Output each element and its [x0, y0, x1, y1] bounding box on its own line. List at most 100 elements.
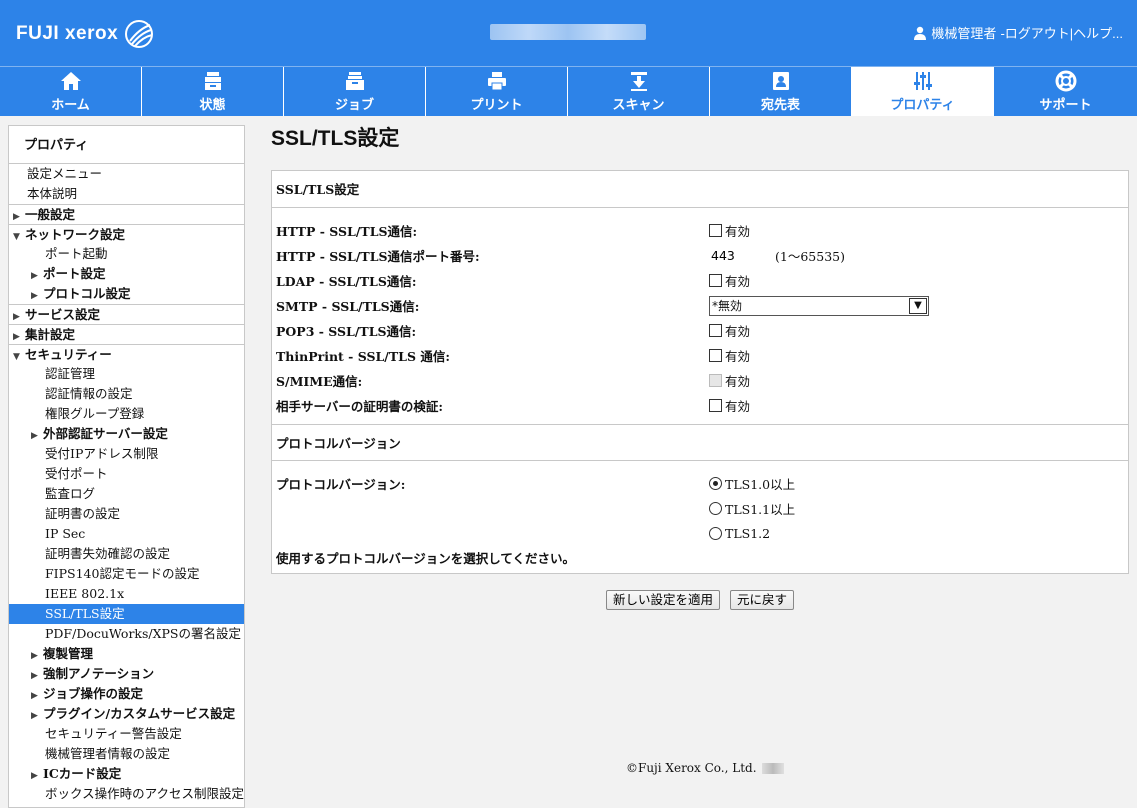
tls12-radio[interactable]: [709, 527, 722, 540]
tab-print[interactable]: プリント: [426, 67, 568, 116]
sidebar-item-general[interactable]: ▶ 一般設定: [9, 204, 244, 224]
sidebar-item-service[interactable]: ▶ サービス設定: [9, 304, 244, 324]
tab-scan[interactable]: スキャン: [568, 67, 710, 116]
redacted-text: [761, 762, 784, 774]
user-icon: [914, 26, 927, 40]
sliders-icon: [913, 72, 932, 90]
sidebar-item-permission-groups[interactable]: 権限グループ登録: [9, 404, 244, 424]
sidebar-item-network[interactable]: ▼ ネットワーク設定: [9, 224, 244, 244]
apply-button[interactable]: 新しい設定を適用: [605, 590, 720, 610]
setting-row: POP3 - SSL/TLS通信: 有効: [276, 318, 1124, 343]
sidebar-item-port-enable[interactable]: ポート起動: [9, 244, 244, 264]
sidebar-item-label: セキュリティー: [25, 347, 112, 362]
setting-row: LDAP - SSL/TLS通信: 有効: [276, 268, 1124, 293]
expand-arrow-icon: ▶: [31, 271, 38, 281]
tab-label: ホーム: [51, 97, 90, 112]
sidebar-item-plugins[interactable]: ▶ プラグイン/カスタムサービス設定: [9, 704, 244, 724]
chevron-down-icon: ▼: [909, 297, 927, 314]
http-ssl-checkbox[interactable]: [709, 224, 722, 237]
brand-name: FUJI xerox: [16, 23, 119, 44]
settings-panel: SSL/TLS設定 HTTP - SSL/TLS通信: 有効 HTTP - SS…: [271, 170, 1129, 574]
tab-jobs[interactable]: ジョブ: [284, 67, 426, 116]
verify-cert-checkbox[interactable]: [709, 399, 722, 412]
radio-label: TLS1.0以上: [725, 477, 796, 492]
radio-label: TLS1.2: [725, 526, 771, 541]
sidebar-item-label: プラグイン/カスタムサービス設定: [43, 706, 236, 721]
setting-row: ThinPrint - SSL/TLS 通信: 有効: [276, 343, 1124, 368]
sidebar-item-certificate[interactable]: 証明書の設定: [9, 504, 244, 524]
sidebar-item-box-access[interactable]: ボックス操作時のアクセス制限設定: [9, 784, 244, 804]
tls10-radio[interactable]: [709, 477, 722, 490]
smtp-ssl-select[interactable]: *無効 ▼: [709, 295, 929, 316]
tab-support[interactable]: サポート: [994, 67, 1137, 116]
sidebar-item-auth-info[interactable]: 認証情報の設定: [9, 384, 244, 404]
sidebar-item-ipsec[interactable]: IP Sec: [9, 524, 244, 544]
sidebar-item-admin-info[interactable]: 機械管理者情報の設定: [9, 744, 244, 764]
sidebar-item-ieee8021x[interactable]: IEEE 802.1x: [9, 584, 244, 604]
sidebar-item-fips140[interactable]: FIPS140認定モードの設定: [9, 564, 244, 584]
sidebar-item-ic-card[interactable]: ▶ ICカード設定: [9, 764, 244, 784]
sidebar-item-ssl-tls[interactable]: SSL/TLS設定: [9, 604, 244, 624]
sidebar-item-label: ICカード設定: [43, 766, 122, 781]
sidebar-item-port-settings[interactable]: ▶ ポート設定: [9, 264, 244, 284]
checkbox-label: 有効: [725, 374, 751, 389]
user-name: 機械管理者: [931, 26, 997, 41]
logout-link[interactable]: -ログアウト|: [1000, 23, 1073, 42]
tab-label: 宛先表: [760, 97, 800, 112]
sidebar-item-ip-filter[interactable]: 受付IPアドレス制限: [9, 444, 244, 464]
sidebar-item-security[interactable]: ▼ セキュリティー: [9, 344, 244, 364]
http-port-input[interactable]: [709, 245, 772, 266]
tab-label: ジョブ: [334, 97, 374, 112]
home-icon: [60, 72, 81, 90]
tab-label: プロパティ: [890, 97, 955, 112]
sidebar-item-auth-management[interactable]: 認証管理: [9, 364, 244, 384]
sidebar-item-external-auth[interactable]: ▶ 外部認証サーバー設定: [9, 424, 244, 444]
sidebar-item-label: 複製管理: [43, 646, 94, 661]
checkbox-label: 有効: [725, 274, 751, 289]
sidebar-item-forced-annotation[interactable]: ▶ 強制アノテーション: [9, 664, 244, 684]
page-title: SSL/TLS設定: [271, 127, 400, 150]
help-link[interactable]: ヘルプ...: [1073, 23, 1123, 42]
select-value: *無効: [712, 299, 743, 313]
sidebar-item-label: 一般設定: [25, 207, 76, 222]
brand-logo[interactable]: FUJI xerox: [16, 20, 154, 48]
expand-arrow-icon: ▶: [31, 771, 38, 781]
tls11-radio[interactable]: [709, 502, 722, 515]
tab-address-book[interactable]: 宛先表: [710, 67, 852, 116]
sidebar-item-cert-revocation[interactable]: 証明書失効確認の設定: [9, 544, 244, 564]
undo-button[interactable]: 元に戻す: [730, 590, 795, 610]
checkbox-label: 有効: [725, 349, 751, 364]
device-name-redacted: [490, 24, 646, 40]
sidebar-item-protocol-settings[interactable]: ▶ プロトコル設定: [9, 284, 244, 304]
sidebar-item-copy-control[interactable]: ▶ 複製管理: [9, 644, 244, 664]
tab-status[interactable]: 状態: [142, 67, 284, 116]
ldap-ssl-checkbox[interactable]: [709, 274, 722, 287]
setting-row: S/MIME通信: 有効: [276, 368, 1124, 393]
action-buttons: 新しい設定を適用 元に戻す: [271, 590, 1129, 610]
sidebar-item-audit-log[interactable]: 監査ログ: [9, 484, 244, 504]
sidebar-item-signature[interactable]: PDF/DocuWorks/XPSの署名設定: [9, 624, 244, 644]
setting-row: プロトコルバージョン: TLS1.0以上: [276, 471, 1124, 496]
sidebar-item-label: ポート設定: [43, 266, 106, 281]
sidebar-item-accounting[interactable]: ▶ 集計設定: [9, 324, 244, 344]
sidebar-item-job-operation[interactable]: ▶ ジョブ操作の設定: [9, 684, 244, 704]
tab-home[interactable]: ホーム: [0, 67, 142, 116]
sidebar-item-accept-port[interactable]: 受付ポート: [9, 464, 244, 484]
sidebar-item-settings-menu[interactable]: 設定メニュー: [9, 164, 244, 184]
sidebar-item-label: サービス設定: [25, 307, 101, 322]
http-port-label: HTTP - SSL/TLS通信ポート番号:: [276, 249, 480, 264]
main-content: SSL/TLS設定 SSL/TLS設定 HTTP - SSL/TLS通信: 有効…: [271, 125, 1129, 610]
sidebar-item-label: ジョブ操作の設定: [43, 686, 144, 701]
copyright-text: ©Fuji Xerox Co., Ltd.: [626, 761, 757, 775]
protocol-note: 使用するプロトコルバージョンを選択してください。: [276, 551, 576, 566]
tab-properties[interactable]: プロパティ: [852, 67, 994, 116]
thinprint-ssl-checkbox[interactable]: [709, 349, 722, 362]
pop3-ssl-checkbox[interactable]: [709, 324, 722, 337]
setting-row: HTTP - SSL/TLS通信: 有効: [276, 218, 1124, 243]
checkbox-label: 有効: [725, 324, 751, 339]
protocol-version-label: プロトコルバージョン:: [276, 477, 406, 492]
protocol-section-body: プロトコルバージョン: TLS1.0以上 TLS1.1以上 TLS1.2 使用す…: [272, 461, 1128, 573]
smime-label: S/MIME通信:: [276, 374, 363, 389]
sidebar-item-device-description[interactable]: 本体説明: [9, 184, 244, 204]
sidebar-item-security-warning[interactable]: セキュリティー警告設定: [9, 724, 244, 744]
